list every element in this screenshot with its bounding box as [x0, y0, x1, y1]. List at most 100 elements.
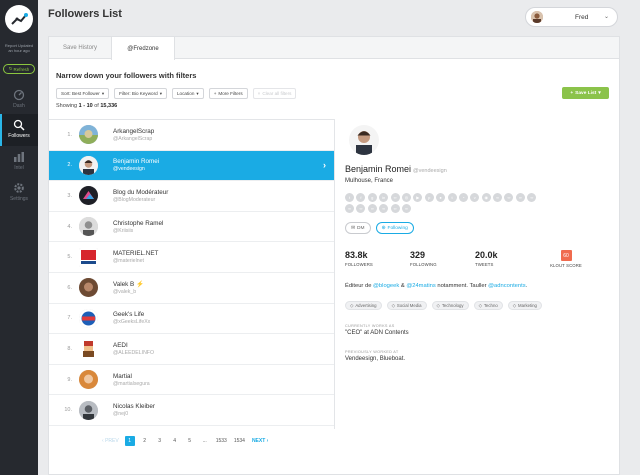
envelope-icon: ✉ [351, 225, 356, 231]
link-icon[interactable]: ∞ [401, 204, 411, 214]
avatar [79, 247, 98, 267]
profile-actions: ✉ DM ⊕ Following [345, 222, 615, 235]
profile-location: Mulhouse, France [345, 178, 394, 184]
page-button[interactable]: 5 [185, 436, 195, 446]
row-number: 2. [67, 162, 72, 169]
sort-dropdown[interactable]: Sort: Best Follower ▾ [56, 88, 110, 99]
user-name: Fred [575, 13, 589, 21]
nav-followers[interactable]: Followers [0, 114, 38, 146]
link-icon[interactable]: ∞ [493, 193, 503, 202]
facebook-icon[interactable]: f [356, 193, 366, 202]
prev-page-button[interactable]: ‹ PREV [101, 436, 120, 446]
tag-chip[interactable]: ◇ Marketing [507, 301, 542, 311]
next-page-button[interactable]: NEXT › [251, 436, 269, 446]
report-status: Report Updated an hour ago [1, 43, 37, 53]
linkedin-icon[interactable]: in [379, 193, 389, 202]
github-icon[interactable]: ◉ [481, 193, 491, 202]
bio-keyword-dropdown[interactable]: Filter: Bio Keyword ▾ [114, 88, 167, 99]
profile-name-line: Benjamin Romei @vendeesign [345, 164, 615, 174]
tag-chip[interactable]: ◇ Technology [431, 301, 469, 311]
klout-label: KLOUT SCORE [550, 263, 582, 269]
link-icon[interactable]: ∞ [527, 193, 537, 202]
clear-filters-button[interactable]: × Clear all filters [252, 88, 297, 99]
link-icon[interactable]: ∞ [367, 204, 377, 214]
filters-heading: Narrow down your followers with filters [56, 71, 197, 80]
link-icon[interactable]: ∞ [390, 204, 400, 214]
avatar [79, 400, 98, 420]
youtube-icon[interactable]: ▶ [413, 193, 423, 202]
pinterest-icon[interactable]: p [424, 193, 434, 202]
twitter-icon[interactable]: t [345, 193, 354, 202]
clear-filters-label: Clear all filters [262, 91, 292, 96]
flickr-icon[interactable]: ● [436, 193, 446, 202]
follower-handle: @martialsegura [113, 380, 150, 387]
location-dropdown[interactable]: Location ▾ [172, 88, 204, 99]
page-button[interactable]: 1 [124, 436, 135, 446]
tag-chip[interactable]: ◇ Techno [473, 301, 503, 311]
page-button[interactable]: 3 [155, 436, 165, 446]
list-item[interactable]: 1. ArkangelScrap @ArkangelScrap [49, 120, 334, 151]
nav-dash[interactable]: Dash [0, 86, 38, 114]
tumblr-icon[interactable]: t [447, 193, 457, 202]
tab-save-history[interactable]: Save History [49, 37, 111, 59]
tag-chip[interactable]: ◇ Social Media [386, 301, 427, 311]
tag-label: Advertising [355, 303, 377, 309]
list-item[interactable]: 7. Geek's Life @xGeeksLifeXx [49, 304, 334, 335]
link-icon[interactable]: ∞ [379, 204, 389, 214]
tag-icon: ◇ [512, 302, 517, 308]
link-icon[interactable]: ∞ [390, 193, 400, 202]
list-item[interactable]: 5. MATERIEL.NET @materielnet [49, 242, 334, 273]
link-icon[interactable]: ∞ [515, 193, 525, 202]
follower-name: AEDI [113, 341, 128, 349]
tab-fredzone[interactable]: @Fredzone [111, 37, 175, 60]
follower-name: Valek B ⚡ [113, 281, 144, 289]
save-list-button[interactable]: + Save List ▾ [562, 87, 609, 99]
link-icon[interactable]: ∞ [356, 204, 366, 214]
app-logo[interactable] [5, 5, 33, 33]
list-item[interactable]: 9. Martial @martialsegura [49, 365, 334, 396]
list-item[interactable]: 4. Christophe Ramel @Kriisiis [49, 212, 334, 243]
following-button[interactable]: ⊕ Following [375, 222, 414, 235]
nav-settings[interactable]: Settings [0, 180, 38, 208]
bio-mention-link[interactable]: @blogeek [373, 283, 399, 289]
google-plus-icon[interactable]: g [367, 193, 377, 202]
link-icon[interactable]: ∞ [504, 193, 514, 202]
tweets-value: 20.0k [475, 250, 498, 261]
tweets-label: TWEETS [475, 262, 494, 268]
save-list-label: Save List [575, 90, 597, 96]
page-button[interactable]: 1533 [215, 436, 228, 446]
row-number: 7. [67, 315, 72, 322]
nav-intel[interactable]: Intel [0, 148, 38, 176]
follower-handle: @vendeesign [113, 166, 145, 173]
tag-chip[interactable]: ◇ Advertising [345, 301, 382, 311]
follower-name: Martial [113, 372, 132, 380]
report-time-text: an hour ago [8, 48, 30, 53]
list-item[interactable]: 10. Nicolas Kleiber @nej0 [49, 395, 334, 426]
follower-handle: @ALEEDELINFO [113, 349, 155, 356]
list-item-selected[interactable]: 2. Benjamin Romei @vendeesign › [49, 150, 334, 182]
row-number: 8. [67, 345, 72, 352]
more-filters-label: More Filters [218, 91, 243, 96]
current-work-value: "CEO" at ADN Contents [345, 330, 409, 337]
tag-label: Technology [441, 303, 464, 309]
followers-value: 83.8k [345, 250, 368, 261]
bio-mention-link[interactable]: @24matins [406, 283, 435, 289]
list-item[interactable]: 6. Valek B ⚡ @valek_b [49, 273, 334, 304]
page-button[interactable]: 1534 [233, 436, 246, 446]
link-icon[interactable]: ∞ [345, 204, 354, 214]
more-filters-button[interactable]: + More Filters [208, 88, 248, 99]
page-button[interactable]: 4 [170, 436, 180, 446]
page-button[interactable]: 2 [140, 436, 150, 446]
dm-button[interactable]: ✉ DM [345, 222, 371, 235]
user-account-dropdown[interactable]: Fred ⌄ [525, 7, 618, 27]
page-ellipsis: ... [202, 438, 207, 444]
refresh-button[interactable]: ↻ Refresh [3, 64, 35, 74]
list-item[interactable]: 3. Blog du Modérateur @BlogModerateur [49, 181, 334, 212]
rss-icon[interactable]: ◔ [458, 193, 468, 202]
list-item[interactable]: 8. AEDI @ALEEDELINFO [49, 334, 334, 365]
instagram-icon[interactable]: ◎ [401, 193, 411, 202]
bio-text: notamment. Tauller [435, 283, 489, 290]
bio-mention-link[interactable]: @adncontents [488, 283, 525, 289]
vimeo-icon[interactable]: v [470, 193, 480, 202]
profile-detail-panel: Benjamin Romei @vendeesign Mulhouse, Fran… [345, 125, 615, 362]
